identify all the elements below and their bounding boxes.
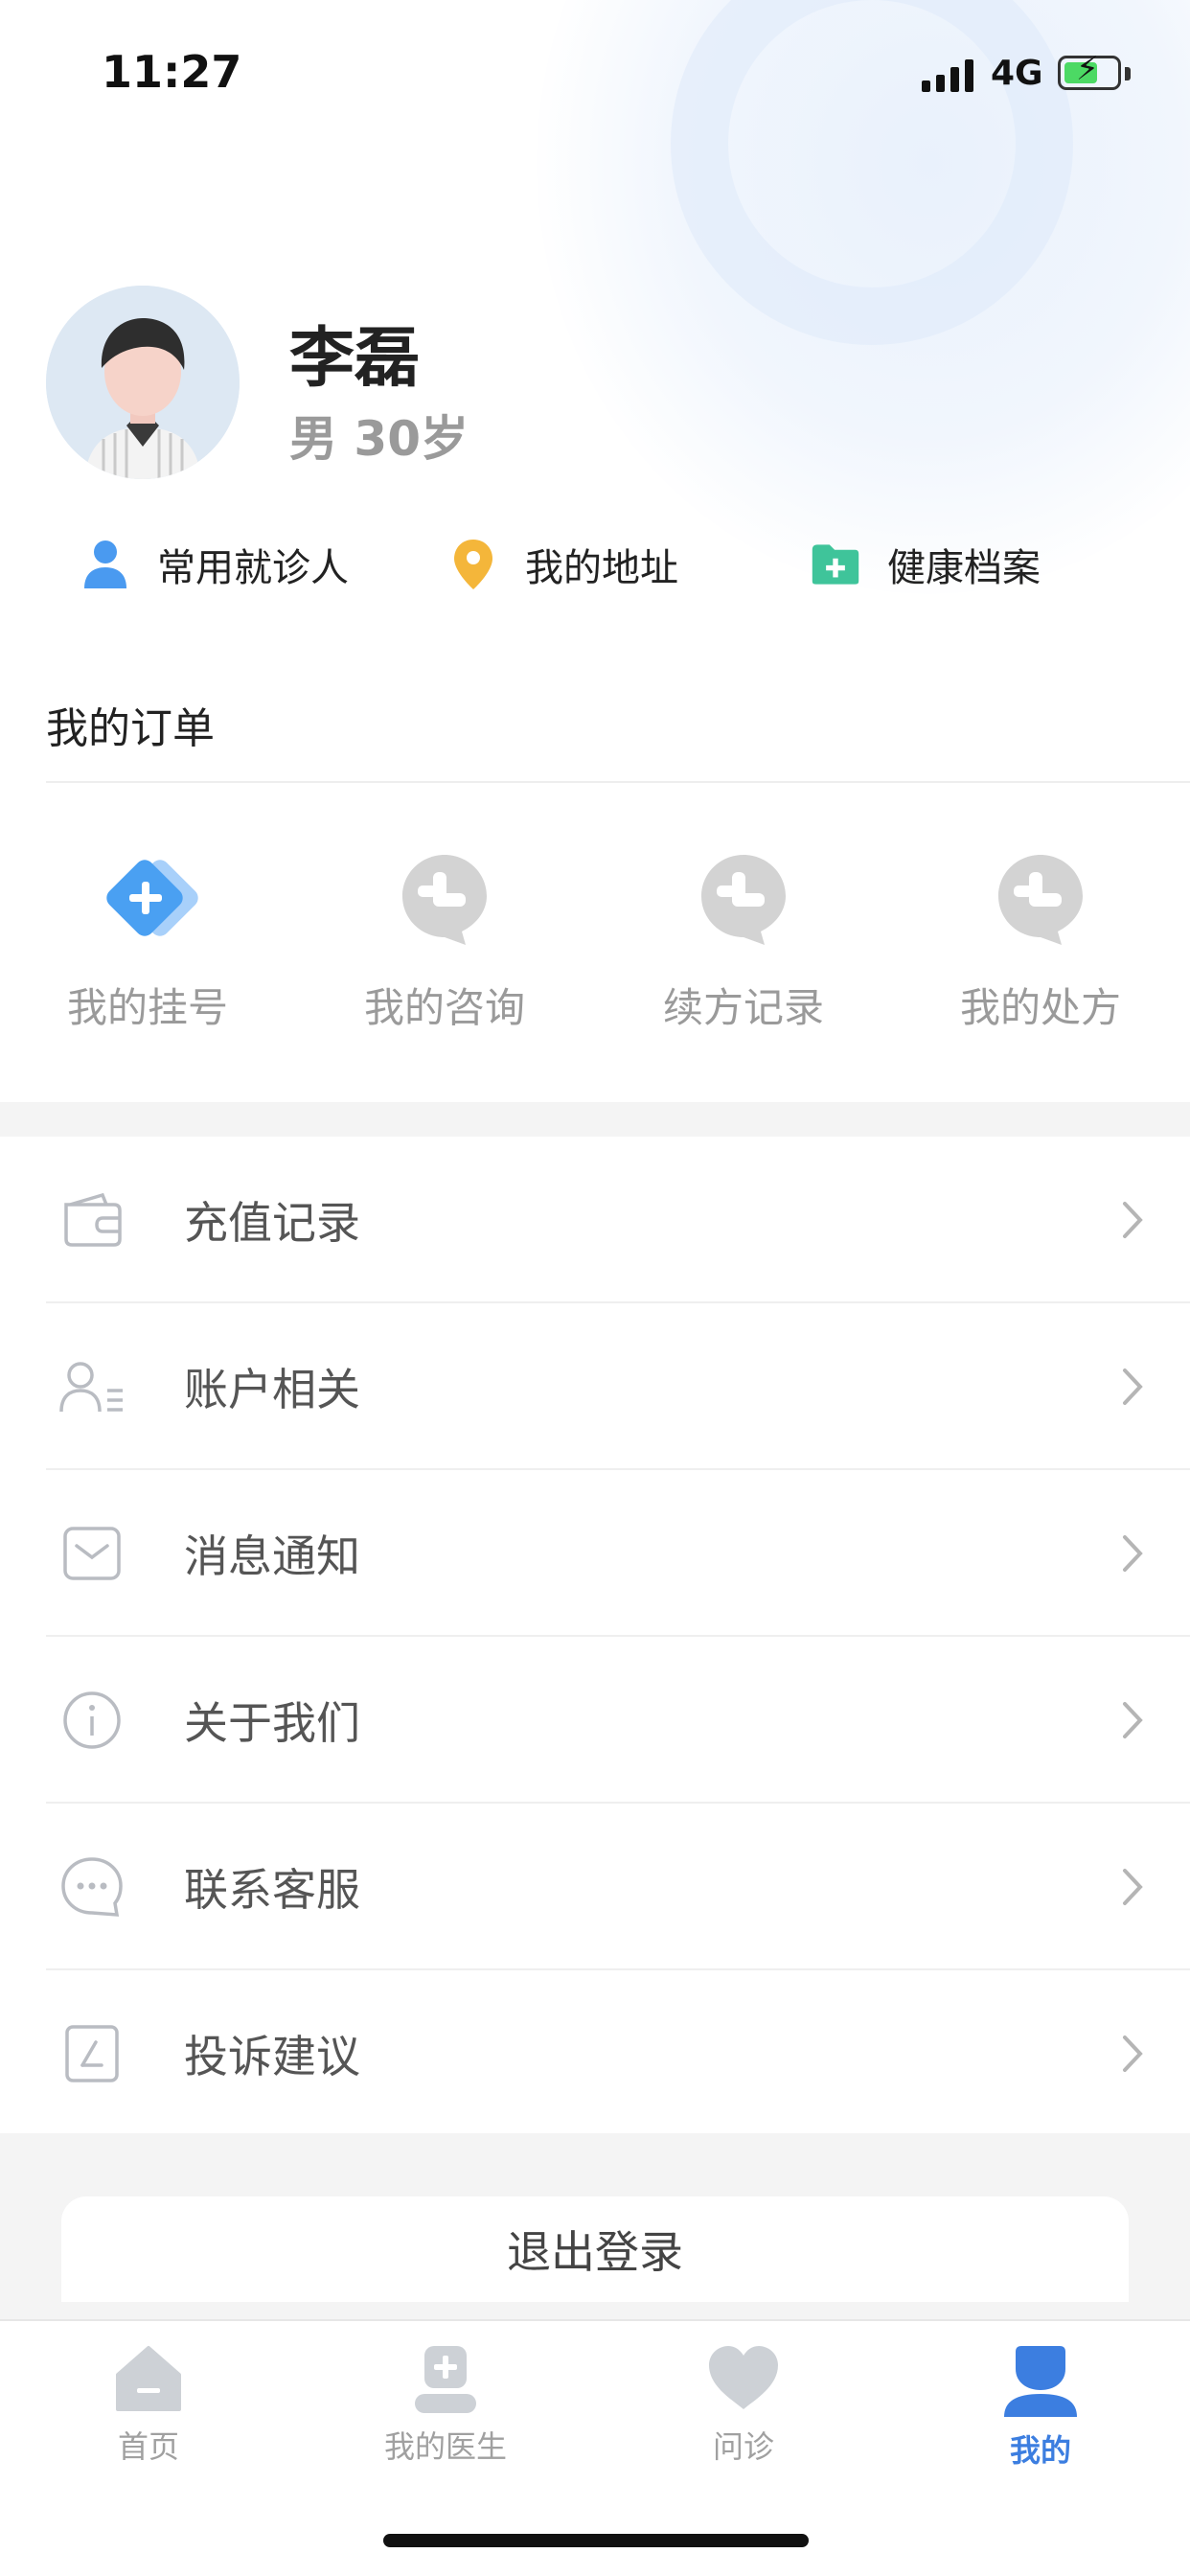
menu-item-recharge-records[interactable]: 充值记录 [0, 1137, 1190, 1303]
order-item-label: 我的咨询 [363, 984, 525, 1031]
order-item-registration[interactable]: 我的挂号 [33, 851, 263, 1034]
heart-icon [709, 2346, 778, 2409]
quick-link-health-record[interactable]: 健康档案 [811, 537, 1041, 592]
menu-item-customer-service[interactable]: 联系客服 [0, 1804, 1190, 1970]
quick-link-label: 我的地址 [525, 546, 678, 590]
info-icon [57, 1686, 126, 1755]
menu-item-label: 消息通知 [184, 1530, 360, 1582]
quick-link-patients[interactable]: 常用就诊人 [80, 537, 349, 592]
battery-cap [1125, 67, 1131, 80]
tab-label: 我的医生 [383, 2428, 507, 2465]
order-item-prescription[interactable]: 我的处方 [926, 851, 1156, 1034]
menu-item-label: 充值记录 [184, 1197, 360, 1249]
chevron-right-icon [1113, 1530, 1152, 1577]
tab-mine[interactable]: 我的 [926, 2342, 1156, 2471]
person-icon [80, 537, 130, 592]
orders-section-title: 我的订单 [46, 704, 215, 753]
user-icon [1004, 2346, 1077, 2417]
order-item-label: 我的处方 [959, 984, 1121, 1031]
doctor-icon [415, 2346, 476, 2413]
health-folder-icon [811, 537, 860, 592]
user-name: 李磊 [289, 321, 421, 397]
home-indicator [383, 2534, 809, 2547]
avatar[interactable] [46, 286, 240, 479]
menu-item-label: 联系客服 [184, 1864, 360, 1916]
menu-item-complaints[interactable]: 投诉建议 [0, 1970, 1190, 2137]
message-icon [57, 1519, 126, 1588]
tab-label: 首页 [117, 2428, 179, 2465]
signal-icon [922, 58, 973, 92]
tab-home[interactable]: 首页 [34, 2342, 263, 2467]
menu-item-about-us[interactable]: 关于我们 [0, 1637, 1190, 1804]
chevron-right-icon [1113, 1863, 1152, 1911]
divider [46, 781, 1190, 783]
tab-consultation[interactable]: 问诊 [629, 2342, 858, 2467]
quick-link-address[interactable]: 我的地址 [448, 537, 678, 592]
chevron-right-icon [1113, 1363, 1152, 1411]
quick-link-label: 常用就诊人 [157, 546, 349, 590]
location-pin-icon [448, 537, 498, 592]
tab-label: 我的 [1009, 2432, 1071, 2469]
status-time: 11:27 [102, 46, 242, 98]
account-icon [57, 1352, 126, 1421]
consult-icon [397, 851, 492, 951]
chevron-right-icon [1113, 1696, 1152, 1744]
edit-icon [57, 2019, 126, 2088]
wallet-icon [57, 1185, 126, 1254]
chevron-right-icon [1113, 1196, 1152, 1244]
order-item-consult[interactable]: 我的咨询 [330, 851, 560, 1034]
order-item-renewal[interactable]: 续方记录 [629, 851, 858, 1034]
menu-item-label: 账户相关 [184, 1364, 360, 1415]
chat-icon [57, 1852, 126, 1921]
menu-item-account[interactable]: 账户相关 [0, 1303, 1190, 1470]
logout-button[interactable]: 退出登录 [61, 2196, 1129, 2302]
order-item-label: 续方记录 [662, 984, 824, 1031]
quick-link-label: 健康档案 [887, 546, 1041, 590]
battery-icon: ⚡ [1058, 53, 1121, 90]
user-gender-age: 男 30岁 [289, 411, 469, 467]
tab-my-doctor[interactable]: 我的医生 [331, 2342, 561, 2467]
network-type: 4G [991, 54, 1043, 93]
menu-item-label: 关于我们 [184, 1697, 360, 1749]
registration-icon [92, 851, 203, 951]
order-item-label: 我的挂号 [66, 984, 228, 1031]
section-gap [0, 1102, 1190, 1137]
prescription-icon [993, 851, 1088, 951]
tab-label: 问诊 [712, 2428, 774, 2465]
renewal-icon [696, 851, 791, 951]
menu-item-label: 投诉建议 [184, 2031, 360, 2082]
chevron-right-icon [1113, 2030, 1152, 2078]
menu-item-notifications[interactable]: 消息通知 [0, 1470, 1190, 1637]
home-icon [116, 2346, 181, 2411]
